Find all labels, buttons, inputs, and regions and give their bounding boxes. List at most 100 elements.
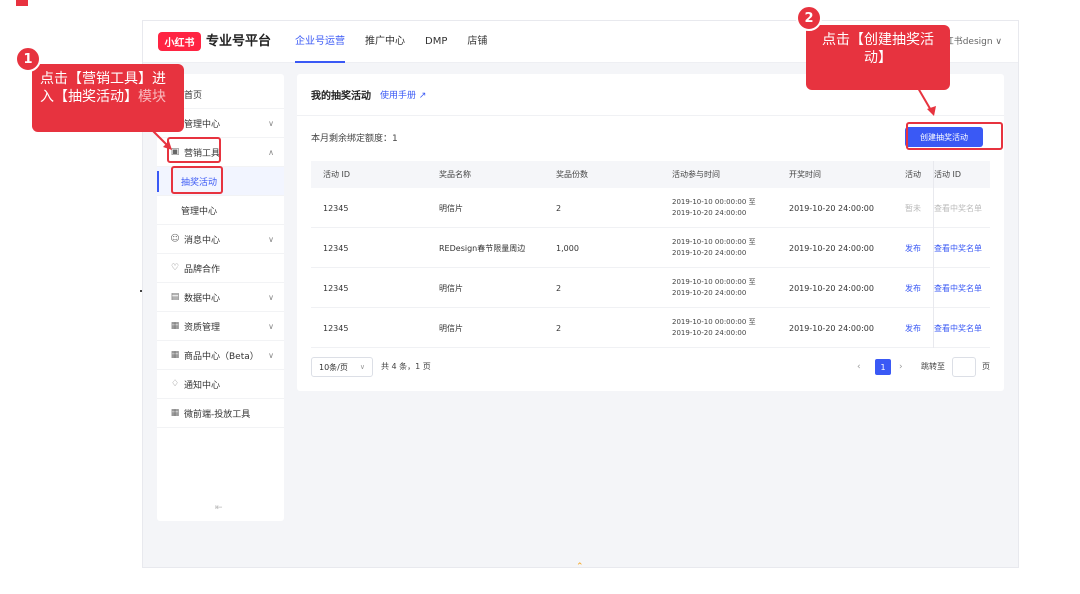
cell-draw-time: 2019-10-20 24:00:00 <box>789 323 874 333</box>
table-row: 12345 明信片 2 2019-10-10 00:00:00 至 2019-1… <box>311 268 990 308</box>
cell-time: 2019-10-10 00:00:00 至 2019-10-20 24:00:0… <box>672 228 756 268</box>
top-nav-dmp[interactable]: DMP <box>425 21 447 63</box>
highlight-marketing-tools <box>167 137 221 163</box>
sidebar-item-label: 微前端-投放工具 <box>184 409 251 420</box>
time-end: 2019-10-20 24:00:00 <box>672 209 747 217</box>
sidebar-item-label: 消息中心 <box>184 235 221 246</box>
publish-link[interactable]: 发布 <box>905 268 921 308</box>
table-row: 12345 REDesign春节限量周边 1,000 2019-10-10 00… <box>311 228 990 268</box>
column-header: 活动 <box>905 170 921 179</box>
time-start: 2019-10-10 00:00:00 至 <box>672 238 756 246</box>
cell-count: 2 <box>556 323 562 333</box>
top-nav-enterprise[interactable]: 企业号运营 <box>295 21 345 63</box>
jump-label: 跳转至 <box>921 362 945 371</box>
step2-badge: 2 <box>796 5 822 31</box>
view-winners-link: 查看中奖名单 <box>934 203 982 213</box>
sidebar-item-sub-management[interactable]: 管理中心 <box>157 196 284 225</box>
lottery-panel: 我的抽奖活动 使用手册 ↗ 本月剩余绑定额度：1 创建抽奖活动 活动 ID 奖品… <box>297 74 1004 391</box>
jump-page-input[interactable] <box>952 357 976 377</box>
drag-handle-icon[interactable]: ⌃ <box>576 562 584 567</box>
top-nav: 企业号运营 推广中心 DMP 店铺 <box>295 21 507 63</box>
chevron-down-icon: ∨ <box>268 321 274 331</box>
chevron-down-icon: ∨ <box>268 118 274 128</box>
cell-id: 12345 <box>323 243 349 253</box>
top-nav-store[interactable]: 店铺 <box>467 21 487 63</box>
lottery-table: 活动 ID 奖品名称 奖品份数 活动参与时间 开奖时间 活动 活动 ID 123… <box>311 161 990 348</box>
publish-link[interactable]: 发布 <box>905 228 921 268</box>
sidebar-collapse-icon[interactable]: ⇤ <box>215 503 223 513</box>
sidebar-item-label: 品牌合作 <box>184 264 221 275</box>
sidebar-item-notifications[interactable]: ♢ 通知中心 <box>157 370 284 399</box>
cell-time: 2019-10-10 00:00:00 至 2019-10-20 24:00:0… <box>672 188 756 228</box>
panel-title: 我的抽奖活动 <box>311 91 371 102</box>
step2-callout: 点击【创建抽奖活动】 <box>806 25 950 90</box>
sidebar-item-qualification[interactable]: ▦ 资质管理 ∨ <box>157 312 284 341</box>
grid-icon: ▦ <box>170 408 180 418</box>
cell-time: 2019-10-10 00:00:00 至 2019-10-20 24:00:0… <box>672 268 756 308</box>
step1-tail-text: 模块 <box>138 89 166 105</box>
page-size-select[interactable]: 10条/页 ∨ <box>311 357 373 377</box>
highlight-create-button <box>906 122 1003 150</box>
view-winners-link[interactable]: 查看中奖名单 <box>934 308 982 348</box>
sidebar-item-label: 数据中心 <box>184 293 221 304</box>
time-end: 2019-10-20 24:00:00 <box>672 249 747 257</box>
sidebar-item-label: 首页 <box>184 90 203 101</box>
next-page-icon[interactable]: › <box>899 357 903 377</box>
cell-time: 2019-10-10 00:00:00 至 2019-10-20 24:00:0… <box>672 308 756 348</box>
message-icon: ☺ <box>170 234 180 244</box>
chart-icon: ▤ <box>170 292 180 302</box>
brand-logo[interactable]: 小红书 <box>158 32 201 51</box>
column-header: 活动参与时间 <box>672 170 720 179</box>
sidebar-item-data[interactable]: ▤ 数据中心 ∨ <box>157 283 284 312</box>
sidebar-item-brand[interactable]: ♡ 品牌合作 <box>157 254 284 283</box>
column-header: 活动 ID <box>323 170 351 179</box>
heart-icon: ♡ <box>170 263 180 273</box>
sidebar-item-micro-frontend[interactable]: ▦ 微前端-投放工具 <box>157 399 284 428</box>
cell-prize: REDesign春节限量周边 <box>439 243 526 253</box>
pagination: 10条/页 ∨ 共 4 条，1 页 ‹ 1 › 跳转至 页 <box>311 357 990 377</box>
prev-page-icon[interactable]: ‹ <box>857 357 861 377</box>
publish-link[interactable]: 发布 <box>905 308 921 348</box>
view-winners-link[interactable]: 查看中奖名单 <box>934 228 982 268</box>
sidebar-item-messages[interactable]: ☺ 消息中心 ∨ <box>157 225 284 254</box>
app-window: 小红书 专业号平台 企业号运营 推广中心 DMP 店铺 小红书design ∨ … <box>142 20 1019 568</box>
cell-prize: 明信片 <box>439 323 463 333</box>
cell-id: 12345 <box>323 323 349 333</box>
sidebar-item-label: 商品中心（Beta） <box>184 351 259 362</box>
user-manual-link[interactable]: 使用手册 ↗ <box>380 88 426 101</box>
sidebar-item-label: 资质管理 <box>184 322 221 333</box>
current-page-button[interactable]: 1 <box>875 359 891 375</box>
view-winners-link[interactable]: 查看中奖名单 <box>934 268 982 308</box>
cell-draw-time: 2019-10-20 24:00:00 <box>789 203 874 213</box>
cell-count: 2 <box>556 283 562 293</box>
highlight-lottery <box>171 166 223 194</box>
table-header: 活动 ID 奖品名称 奖品份数 活动参与时间 开奖时间 活动 活动 ID <box>311 161 990 188</box>
cell-action: 暂未 <box>905 203 921 213</box>
platform-title: 专业号平台 <box>206 34 272 49</box>
cell-count: 1,000 <box>556 243 579 253</box>
chevron-down-icon: ∨ <box>268 292 274 302</box>
chevron-down-icon: ∨ <box>359 363 365 371</box>
tutorial-screenshot: 小红书 专业号平台 企业号运营 推广中心 DMP 店铺 小红书design ∨ … <box>0 0 1080 594</box>
cell-id: 12345 <box>323 283 349 293</box>
time-start: 2019-10-10 00:00:00 至 <box>672 278 756 286</box>
sidebar-item-products[interactable]: ▦ 商品中心（Beta） ∨ <box>157 341 284 370</box>
top-nav-promotion[interactable]: 推广中心 <box>365 21 405 63</box>
total-count: 共 4 条，1 页 <box>381 362 431 371</box>
time-start: 2019-10-10 00:00:00 至 <box>672 318 756 326</box>
time-end: 2019-10-20 24:00:00 <box>672 289 747 297</box>
sidebar-item-label: 通知中心 <box>184 380 221 391</box>
step2-text: 点击【创建抽奖活动】 <box>822 32 934 66</box>
column-header: 奖品名称 <box>439 170 471 179</box>
document-icon: ▦ <box>170 321 180 331</box>
step1-callout: 点击【营销工具】进入【抽奖活动】模块 <box>32 64 184 132</box>
page-size-value: 10条/页 <box>319 362 348 372</box>
column-header: 开奖时间 <box>789 170 821 179</box>
time-end: 2019-10-20 24:00:00 <box>672 329 747 337</box>
grid-icon: ▦ <box>170 350 180 360</box>
column-header: 活动 ID <box>934 170 962 179</box>
cell-count: 2 <box>556 203 562 213</box>
cell-prize: 明信片 <box>439 283 463 293</box>
column-header: 奖品份数 <box>556 170 588 179</box>
chevron-up-icon: ∧ <box>268 147 274 157</box>
